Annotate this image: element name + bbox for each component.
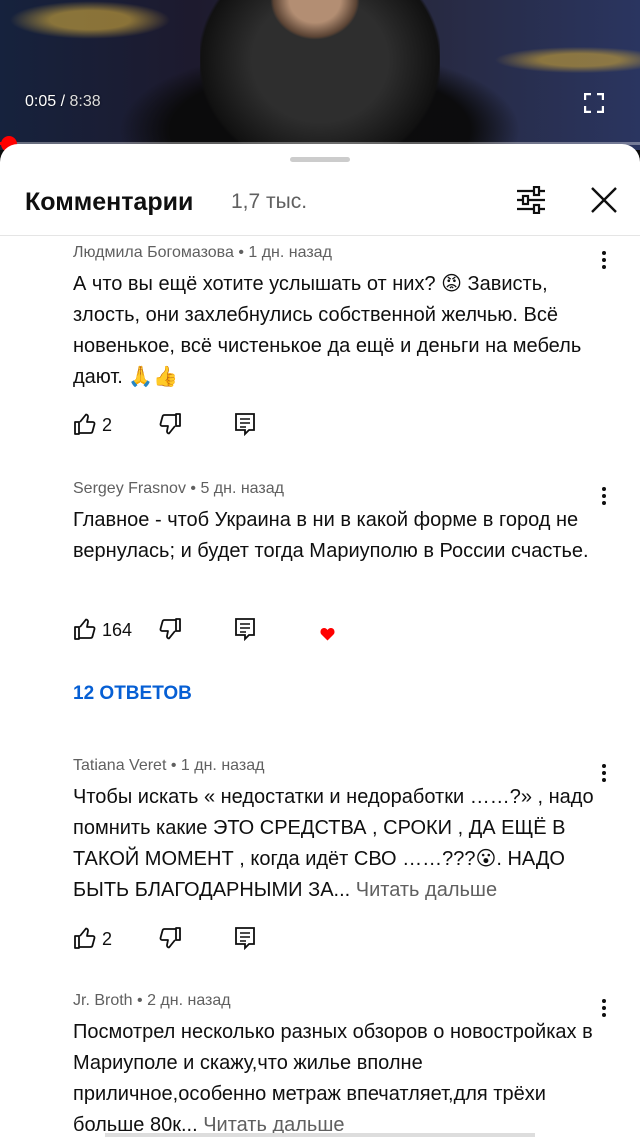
header-divider (0, 235, 640, 236)
creator-heart-icon (320, 627, 335, 641)
meta-separator: • (166, 757, 181, 774)
comment-text: Чтобы искать « недостатки и недоработки … (73, 782, 598, 906)
comment-text: Главное - чтоб Украина в ни в какой форм… (73, 509, 589, 562)
reply-icon[interactable] (233, 926, 257, 950)
comment-meta: Jr. Broth • 2 дн. назад (73, 991, 603, 1011)
current-time: 0:05 (25, 93, 57, 110)
comment-meta: Tatiana Veret • 1 дн. назад (73, 756, 603, 776)
comment-age: 1 дн. назад (180, 757, 265, 774)
close-icon[interactable] (589, 185, 619, 215)
time-display: 0:05 / 8:38 (25, 93, 101, 111)
comment-item: Tatiana Veret • 1 дн. назад Чтобы искать… (73, 756, 603, 906)
thumbs-down-icon[interactable] (158, 926, 182, 950)
comment-text: Посмотрел несколько разных обзоров о нов… (73, 1017, 598, 1141)
thumbs-down-icon[interactable] (158, 412, 182, 436)
meta-separator: • (132, 992, 148, 1009)
comment-text: А что вы ещё хотите услышать от них? 😡 З… (73, 273, 582, 388)
reply-icon[interactable] (233, 412, 257, 436)
like-count: 2 (102, 415, 113, 435)
comment-meta: Sergey Frasnov • 5 дн. назад (73, 479, 603, 499)
sliders-icon[interactable] (516, 186, 546, 214)
fullscreen-icon[interactable] (584, 93, 604, 113)
read-more-link[interactable]: Читать дальше (356, 879, 497, 901)
duration: 8:38 (69, 93, 101, 110)
comment-author[interactable]: Sergey Frasnov (73, 480, 186, 497)
comment-item: Людмила Богомазова • 1 дн. назад А что в… (73, 243, 603, 393)
comment-meta: Людмила Богомазова • 1 дн. назад (73, 243, 603, 263)
video-player[interactable]: 0:05 / 8:38 (0, 0, 640, 150)
comment-item: Sergey Frasnov • 5 дн. назад Главное - ч… (73, 479, 603, 567)
view-replies-button[interactable]: 12 ОТВЕТОВ (73, 683, 192, 705)
meta-separator: • (185, 480, 201, 497)
thumbs-up-icon[interactable] (73, 412, 97, 436)
comment-actions: 2 (73, 926, 273, 952)
comments-header: Комментарии 1,7 тыс. (0, 174, 640, 236)
thumbs-up-icon[interactable] (73, 617, 97, 641)
more-vert-icon[interactable] (596, 249, 612, 271)
comment-author[interactable]: Jr. Broth (73, 992, 133, 1009)
more-vert-icon[interactable] (596, 485, 612, 507)
comment-body: Чтобы искать « недостатки и недоработки … (73, 786, 594, 901)
comment-item: Jr. Broth • 2 дн. назад Посмотрел нескол… (73, 991, 603, 1141)
comment-age: 2 дн. назад (147, 992, 231, 1009)
time-separator: / (56, 93, 70, 110)
scroll-indicator (105, 1133, 535, 1137)
like-count: 164 (102, 620, 133, 640)
thumbs-up-icon[interactable] (73, 926, 97, 950)
comment-age: 5 дн. назад (200, 480, 284, 497)
thumbs-down-icon[interactable] (158, 617, 182, 641)
more-vert-icon[interactable] (596, 762, 612, 784)
comment-actions: 164 (73, 617, 273, 643)
comment-author[interactable]: Людмила Богомазова (73, 244, 234, 261)
comment-age: 1 дн. назад (248, 244, 332, 261)
reply-icon[interactable] (233, 617, 257, 641)
more-vert-icon[interactable] (596, 997, 612, 1019)
comment-author[interactable]: Tatiana Veret (73, 757, 166, 774)
comments-count: 1,7 тыс. (231, 190, 308, 213)
video-person-head (270, 0, 360, 40)
comments-title: Комментарии (25, 188, 194, 216)
like-count: 2 (102, 929, 113, 949)
drag-handle[interactable] (290, 157, 350, 162)
comment-actions: 2 (73, 412, 273, 438)
meta-separator: • (233, 244, 249, 261)
